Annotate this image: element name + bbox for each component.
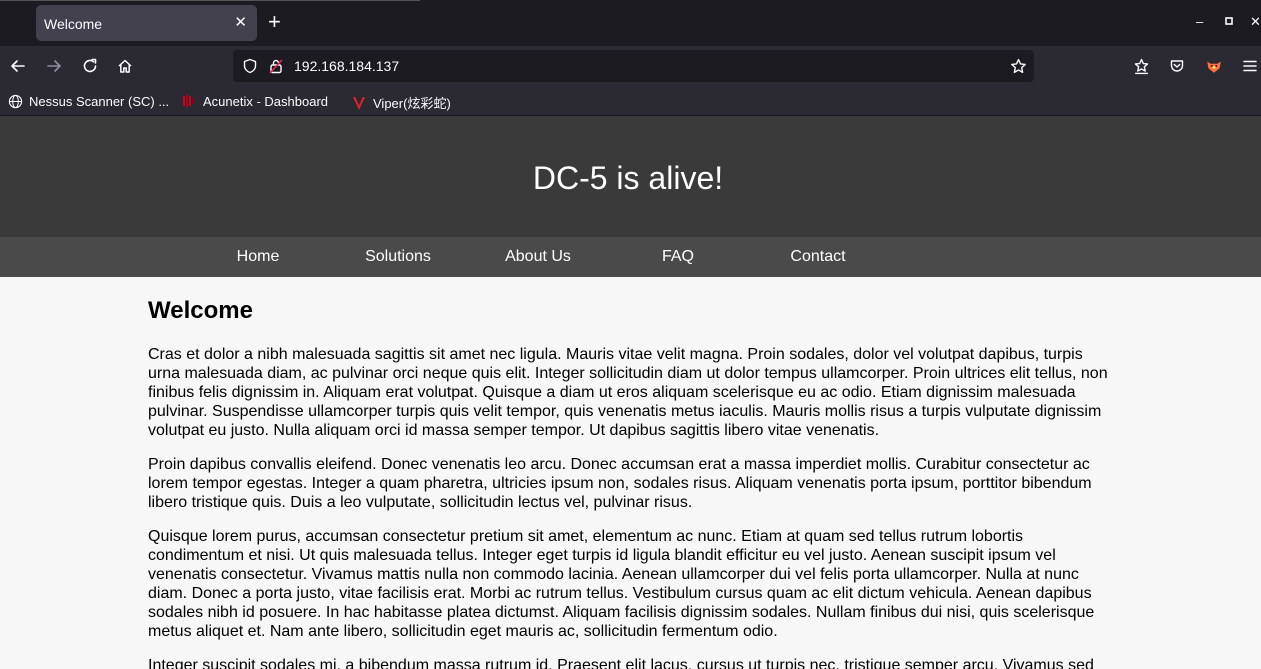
bookmark-star-icon[interactable] <box>1009 57 1027 75</box>
tab-welcome[interactable]: Welcome ✕ <box>36 5 257 41</box>
paragraph: Proin dapibus convallis eleifend. Donec … <box>148 456 1092 511</box>
site-nav: Home Solutions About Us FAQ Contact <box>0 237 1261 277</box>
section-heading: Welcome <box>148 297 253 324</box>
viper-v-icon <box>351 95 367 111</box>
back-button[interactable] <box>6 54 30 78</box>
globe-icon <box>7 93 23 109</box>
fox-extension-icon <box>1207 61 1221 73</box>
bookmark-viper[interactable]: Viper(炫彩蛇) <box>351 93 451 112</box>
minimize-button[interactable]: – <box>1196 14 1203 30</box>
arrow-right-icon <box>47 60 61 72</box>
pocket-icon <box>1170 60 1184 72</box>
navigation-toolbar: 192.168.184.137 <box>0 46 1261 86</box>
paragraph: Integer suscipit sodales mi, a bibendum … <box>148 657 1094 669</box>
nav-link-home[interactable]: Home <box>188 248 328 266</box>
extension-button[interactable] <box>1202 54 1226 78</box>
nav-link-faq[interactable]: FAQ <box>608 248 748 266</box>
maximize-button[interactable] <box>1224 14 1234 30</box>
paragraph: Cras et dolor a nibh malesuada sagittis … <box>148 346 1108 439</box>
acunetix-icon <box>181 93 197 109</box>
arrow-left-icon <box>11 60 25 72</box>
site-header: DC-5 is alive! <box>0 116 1261 237</box>
shield-icon[interactable] <box>241 57 259 75</box>
tab-title: Welcome <box>44 16 103 32</box>
reload-icon <box>83 58 97 73</box>
hamburger-menu-icon <box>1243 60 1257 72</box>
reading-list-button[interactable] <box>1129 54 1153 78</box>
maximize-icon <box>1225 17 1233 25</box>
tab-close-icon[interactable]: ✕ <box>234 14 247 32</box>
pocket-button[interactable] <box>1165 54 1189 78</box>
tab-strip-edge <box>0 0 420 1</box>
home-button[interactable] <box>113 54 137 78</box>
nav-link-about-us[interactable]: About Us <box>468 248 608 266</box>
main-content: Welcome Cras et dolor a nibh malesuada s… <box>148 277 1113 669</box>
reload-button[interactable] <box>78 54 102 78</box>
insecure-lock-icon[interactable] <box>267 57 285 75</box>
menu-button[interactable] <box>1238 54 1261 78</box>
bookmark-label: Viper(炫彩蛇) <box>373 96 451 111</box>
collections-star-icon <box>1134 58 1148 74</box>
new-tab-button[interactable]: + <box>268 11 281 33</box>
bookmark-acunetix[interactable]: Acunetix - Dashboard <box>181 93 328 109</box>
url-bar[interactable]: 192.168.184.137 <box>233 50 1034 82</box>
bookmark-label: Acunetix - Dashboard <box>203 93 329 109</box>
bookmark-label: Nessus Scanner (SC) ... <box>29 93 170 109</box>
nav-link-contact[interactable]: Contact <box>748 248 888 266</box>
home-icon <box>118 59 132 73</box>
bookmark-nessus[interactable]: Nessus Scanner (SC) ... <box>7 93 169 109</box>
tab-strip: Welcome ✕ + – ✕ <box>0 0 1261 46</box>
url-text[interactable]: 192.168.184.137 <box>294 58 399 74</box>
bookmarks-toolbar: Nessus Scanner (SC) ... Acunetix - Dashb… <box>0 86 1261 116</box>
nav-link-solutions[interactable]: Solutions <box>328 248 468 266</box>
paragraph: Quisque lorem purus, accumsan consectetu… <box>148 528 1095 640</box>
close-window-button[interactable]: ✕ <box>1250 14 1261 30</box>
page-title: DC-5 is alive! <box>532 160 724 196</box>
forward-button[interactable] <box>42 54 66 78</box>
